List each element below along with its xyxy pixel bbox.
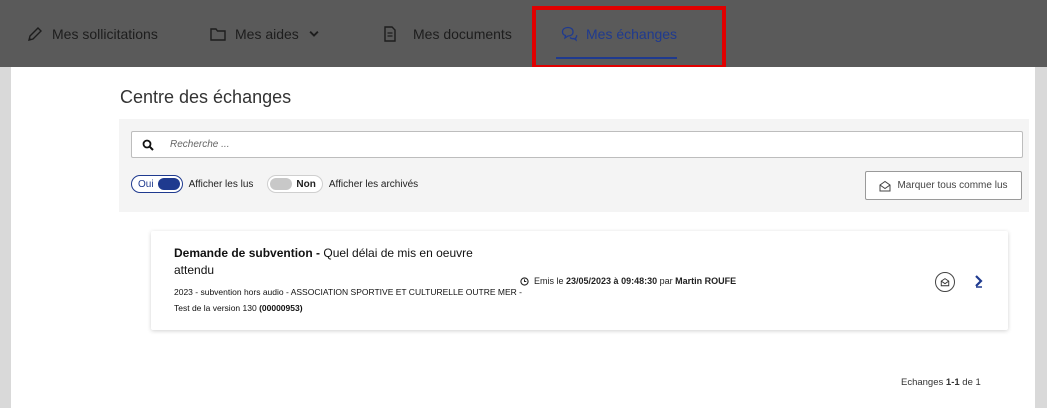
pagination-summary: Echanges 1-1 de 1 [901,377,981,388]
search-input[interactable] [168,138,972,151]
exchange-meta: Emis le 23/05/2023 à 09:48:30 par Martin… [520,276,736,286]
meta-datetime: 23/05/2023 à 09:48:30 [566,276,658,286]
mark-all-read-button[interactable]: Marquer tous comme lus [865,171,1022,200]
active-tab-indicator [556,57,678,59]
pagination-prefix: Echanges [901,377,946,388]
envelope-open-icon [940,278,950,287]
toggle-knob [157,178,180,190]
nav-label-sollicitations: Mes sollicitations [52,25,158,42]
mark-read-button[interactable] [935,272,955,292]
exchange-subtitle: 2023 - subvention hors audio - ASSOCIATI… [174,284,524,316]
mark-all-read-label: Marquer tous comme lus [897,180,1008,191]
folder-icon [210,27,226,41]
main-content: Centre des échanges Oui Afficher les lus… [11,67,1035,408]
meta-prefix: Emis le [534,276,567,286]
show-read-label: Afficher les lus [188,178,254,190]
nav-item-documents[interactable]: Mes documents [381,0,512,67]
document-icon [384,25,396,42]
show-read-toggle[interactable]: Oui [131,175,183,193]
exchange-code: (00000953) [259,303,303,313]
exchange-card[interactable]: Demande de subvention - Quel délai de mi… [151,231,1008,330]
pagination-range: 1-1 [945,377,960,388]
toggle-knob [270,178,293,190]
chevron-down-icon [309,30,319,37]
nav-item-sollicitations[interactable]: Mes sollicitations [26,0,158,67]
meta-author: Martin ROUFE [675,276,737,286]
app-frame: Mes sollicitations Mes aides Mes documen… [0,0,1047,408]
nav-label-documents: Mes documents [413,25,512,42]
exchange-title: Demande de subvention - Quel délai de mi… [174,245,504,279]
pen-icon [28,26,42,41]
clock-icon [520,276,529,286]
show-read-toggle-label: Oui [138,178,154,190]
page-title: Centre des échanges [120,87,292,107]
chevron-right-icon[interactable] [973,274,985,288]
exchange-meta-text: Emis le 23/05/2023 à 09:48:30 par Martin… [534,276,736,286]
search-icon [142,139,154,151]
show-archived-toggle[interactable]: Non [267,175,323,193]
search-box[interactable] [131,131,1023,158]
meta-by: par [657,276,676,286]
nav-item-aides[interactable]: Mes aides [209,0,321,67]
top-navigation: Mes sollicitations Mes aides Mes documen… [0,0,1047,67]
pagination-suffix: de 1 [959,377,981,388]
nav-label-aides: Mes aides [235,25,299,42]
chat-icon [561,26,578,42]
envelope-open-icon [879,180,891,191]
nav-item-echanges[interactable]: Mes échanges [556,0,678,67]
nav-label-echanges: Mes échanges [586,25,678,42]
filter-toggles: Oui Afficher les lus Non Afficher les ar… [131,174,432,194]
exchange-title-type: Demande de subvention - [174,246,321,260]
show-archived-label: Afficher les archivés [328,178,419,190]
exchange-context: 2023 - subvention hors audio - ASSOCIATI… [174,287,522,313]
show-archived-toggle-label: Non [296,178,316,190]
